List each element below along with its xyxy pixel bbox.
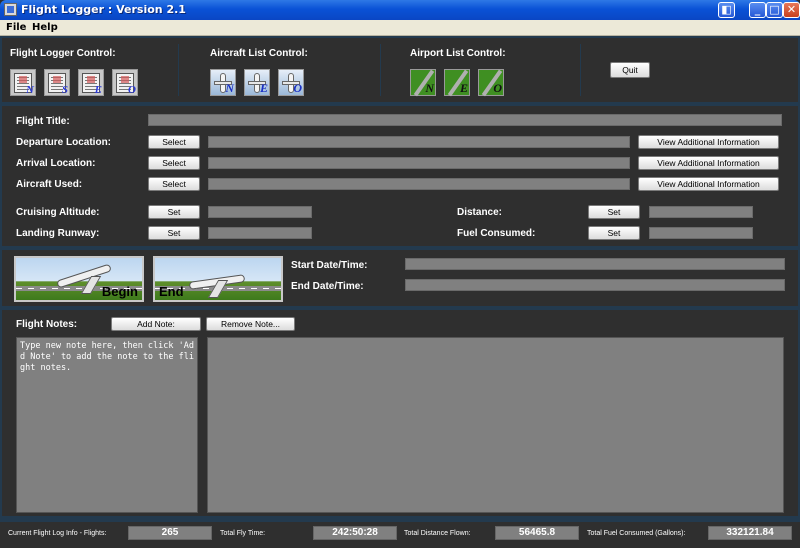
cruising-altitude-label: Cruising Altitude: (16, 207, 100, 218)
system-menu-icon[interactable]: ◧ (718, 2, 735, 18)
total-fuel-label: Total Fuel Consumed (Gallons): (587, 530, 686, 537)
cruising-altitude-field (208, 206, 312, 218)
end-datetime-label: End Date/Time: (291, 281, 364, 292)
add-note-button[interactable]: Add Note: (111, 317, 201, 331)
fuel-set-button[interactable]: Set (588, 226, 640, 240)
fuel-consumed-field (649, 227, 753, 239)
end-flight-button[interactable]: End (153, 256, 283, 302)
landing-runway-field (208, 227, 312, 239)
aircraft-open-button[interactable]: O (278, 69, 304, 96)
toolbar-panel: Flight Logger Control: N S E O Aircraft … (2, 38, 798, 102)
timing-panel: Begin End Start Date/Time: End Date/Time… (2, 250, 798, 306)
distance-label: Distance: (457, 207, 503, 218)
close-icon[interactable]: ✕ (783, 2, 800, 18)
cruising-set-button[interactable]: Set (148, 205, 200, 219)
aircraft-used-label: Aircraft Used: (16, 179, 83, 190)
arrival-view-info-button[interactable]: View Additional Information (638, 156, 779, 170)
arrival-select-button[interactable]: Select (148, 156, 200, 170)
toolbar-separator (580, 44, 581, 96)
aircraft-list-control-label: Aircraft List Control: (210, 48, 308, 59)
window-titlebar[interactable]: Flight Logger : Version 2.1 ◧ _ □ ✕ (0, 0, 800, 20)
window-title: Flight Logger : Version 2.1 (21, 3, 186, 16)
arrival-location-label: Arrival Location: (16, 158, 96, 169)
distance-field (649, 206, 753, 218)
new-note-input[interactable]: Type new note here, then click 'Add Note… (16, 337, 198, 513)
menu-help[interactable]: Help (32, 22, 58, 33)
flight-save-button[interactable]: S (44, 69, 70, 96)
aircraft-used-field (208, 178, 630, 190)
end-datetime-field (405, 279, 785, 291)
maximize-icon[interactable]: □ (766, 2, 783, 18)
departure-select-button[interactable]: Select (148, 135, 200, 149)
total-distance-value: 56465.8 (495, 526, 579, 540)
start-datetime-field (405, 258, 785, 270)
aircraft-select-button[interactable]: Select (148, 177, 200, 191)
flight-new-button[interactable]: N (10, 69, 36, 96)
flight-notes-list[interactable] (207, 337, 784, 513)
total-fuel-value: 332121.84 (708, 526, 792, 540)
aircraft-edit-button[interactable]: E (244, 69, 270, 96)
airport-edit-button[interactable]: E (444, 69, 470, 96)
app-icon (4, 3, 17, 16)
flight-notes-label: Flight Notes: (16, 319, 78, 330)
menu-file[interactable]: File (6, 22, 26, 33)
begin-flight-button[interactable]: Begin (14, 256, 144, 302)
begin-label: Begin (101, 284, 138, 299)
flights-count-label: Current Flight Log Info - Flights: (8, 530, 107, 537)
main-frame: Flight Logger Control: N S E O Aircraft … (0, 36, 800, 548)
arrival-location-field (208, 157, 630, 169)
menu-bar: File Help (0, 20, 800, 36)
flights-count-value: 265 (128, 526, 212, 540)
remove-note-button[interactable]: Remove Note... (206, 317, 295, 331)
aircraft-view-info-button[interactable]: View Additional Information (638, 177, 779, 191)
departure-location-label: Departure Location: (16, 137, 112, 148)
airport-open-button[interactable]: O (478, 69, 504, 96)
end-label: End (159, 284, 184, 299)
minimize-icon[interactable]: _ (749, 2, 766, 18)
start-datetime-label: Start Date/Time: (291, 260, 368, 271)
airport-new-button[interactable]: N (410, 69, 436, 96)
total-fly-time-label: Total Fly Time: (220, 530, 266, 537)
departure-location-field (208, 136, 630, 148)
toolbar-separator (178, 44, 179, 96)
flight-edit-button[interactable]: E (78, 69, 104, 96)
distance-set-button[interactable]: Set (588, 205, 640, 219)
status-bar: Current Flight Log Info - Flights: 265 T… (0, 522, 800, 548)
notes-panel: Flight Notes: Add Note: Remove Note... T… (2, 310, 798, 516)
airport-list-control-label: Airport List Control: (410, 48, 506, 59)
landing-set-button[interactable]: Set (148, 226, 200, 240)
quit-button[interactable]: Quit (610, 62, 650, 78)
flight-title-label: Flight Title: (16, 116, 70, 127)
total-distance-label: Total Distance Flown: (404, 530, 471, 537)
total-fly-time-value: 242:50:28 (313, 526, 397, 540)
flight-details-panel: Flight Title: Departure Location: Select… (2, 106, 798, 246)
landing-runway-label: Landing Runway: (16, 228, 100, 239)
toolbar-separator (380, 44, 381, 96)
fuel-consumed-label: Fuel Consumed: (457, 228, 536, 239)
flight-logger-control-label: Flight Logger Control: (10, 48, 116, 59)
departure-view-info-button[interactable]: View Additional Information (638, 135, 779, 149)
aircraft-new-button[interactable]: N (210, 69, 236, 96)
flight-open-button[interactable]: O (112, 69, 138, 96)
flight-title-field[interactable] (148, 114, 782, 126)
